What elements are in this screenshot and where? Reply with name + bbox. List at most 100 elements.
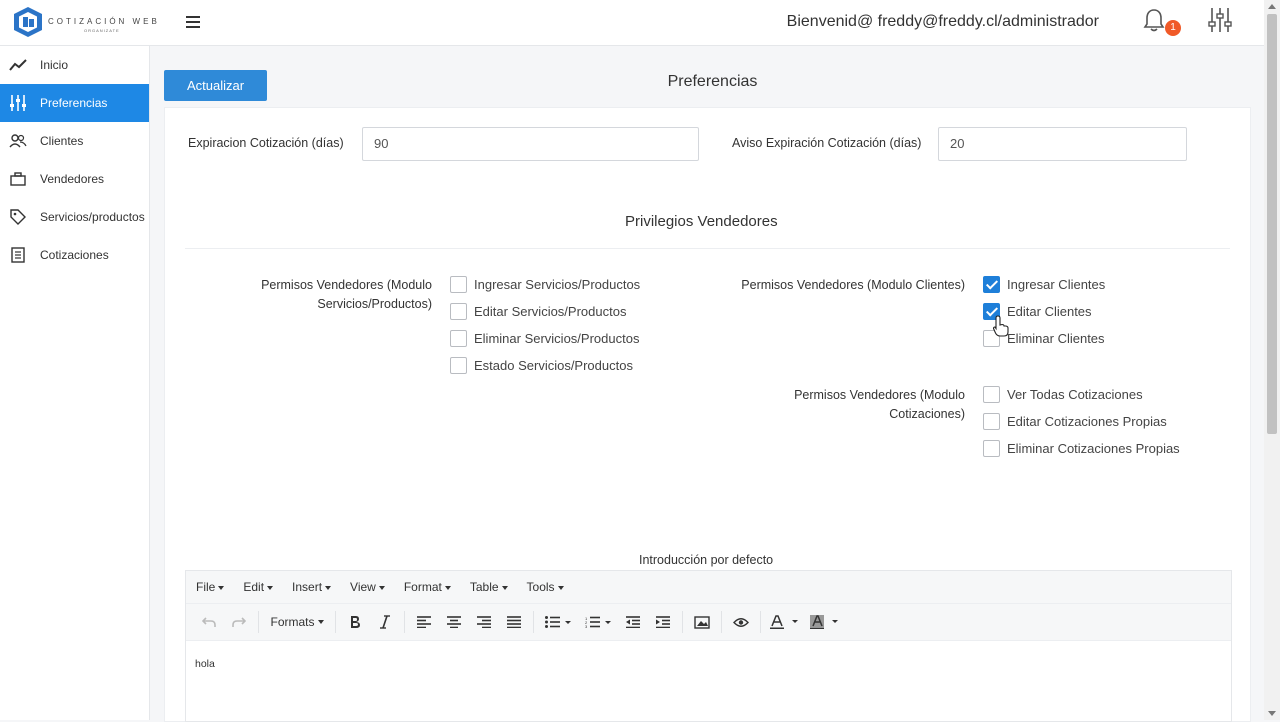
- caret-down-icon: [444, 585, 451, 590]
- menu-view[interactable]: View: [350, 580, 385, 594]
- checkbox-estado-servicios[interactable]: Estado Servicios/Productos: [450, 357, 633, 374]
- caret-down-icon: [267, 585, 274, 590]
- sidebar-item-servicios[interactable]: Servicios/productos: [0, 198, 149, 236]
- menu-format[interactable]: Format: [404, 580, 451, 594]
- sidebar-item-preferencias[interactable]: Preferencias: [0, 84, 149, 122]
- settings-button[interactable]: [1208, 7, 1232, 33]
- outdent-button[interactable]: [618, 609, 648, 635]
- checkbox-box[interactable]: [450, 276, 467, 293]
- redo-button[interactable]: [224, 609, 254, 635]
- hand-cursor-icon: [993, 315, 1009, 337]
- scroll-down-arrow[interactable]: [1268, 711, 1276, 716]
- sidebar-item-label: Preferencias: [40, 96, 108, 110]
- sidebar-item-inicio[interactable]: Inicio: [0, 46, 149, 84]
- menu-toggle-button[interactable]: [186, 12, 200, 33]
- notice-input[interactable]: 20: [938, 127, 1187, 161]
- numbered-list-button[interactable]: 123: [578, 609, 618, 635]
- toolbar-separator: [760, 611, 761, 633]
- menu-table[interactable]: Table: [470, 580, 508, 594]
- checkbox-eliminar-cotizaciones[interactable]: Eliminar Cotizaciones Propias: [983, 440, 1180, 457]
- menu-file[interactable]: File: [196, 580, 225, 594]
- svg-text:3: 3: [585, 624, 588, 628]
- checkbox-editar-servicios[interactable]: Editar Servicios/Productos: [450, 303, 626, 320]
- sidebar-item-vendedores[interactable]: Vendedores: [0, 160, 149, 198]
- divider: [185, 248, 1230, 249]
- numbered-list-icon: 123: [585, 616, 611, 628]
- redo-icon: [232, 617, 246, 627]
- clients-group-label: Permisos Vendedores (Modulo Clientes): [741, 278, 965, 292]
- scrollbar-thumb[interactable]: [1267, 14, 1277, 434]
- page-scrollbar[interactable]: [1264, 0, 1280, 720]
- editor-content-area[interactable]: hola: [186, 641, 1231, 687]
- preview-button[interactable]: [726, 609, 756, 635]
- menu-edit[interactable]: Edit: [243, 580, 274, 594]
- welcome-text: Bienvenid@ freddy@freddy.cl/administrado…: [786, 13, 1099, 30]
- background-color-button[interactable]: [805, 609, 845, 635]
- checkbox-label: Ingresar Clientes: [1007, 277, 1106, 292]
- sidebar-item-label: Cotizaciones: [40, 248, 109, 262]
- menu-label: Format: [403, 580, 442, 594]
- align-justify-icon: [507, 616, 521, 628]
- toolbar-separator: [533, 611, 534, 633]
- checkbox-label: Eliminar Servicios/Productos: [474, 331, 640, 346]
- menu-insert[interactable]: Insert: [292, 580, 332, 594]
- indent-button[interactable]: [648, 609, 678, 635]
- hamburger-icon: [186, 16, 200, 28]
- caret-down-icon: [218, 585, 225, 590]
- toolbar-separator: [335, 611, 336, 633]
- text-color-icon: [770, 615, 798, 629]
- quotes-group-label: Permisos Vendedores (Modulo Cotizaciones…: [794, 388, 965, 421]
- sidebar-item-label: Inicio: [40, 58, 69, 72]
- sidebar-item-cotizaciones[interactable]: Cotizaciones: [0, 236, 149, 274]
- caret-down-icon: [378, 585, 385, 590]
- undo-button[interactable]: [194, 609, 224, 635]
- undo-icon: [202, 617, 216, 627]
- checkbox-label: Eliminar Clientes: [1007, 331, 1105, 346]
- insert-image-button[interactable]: [687, 609, 717, 635]
- notice-label: Aviso Expiración Cotización (días): [732, 136, 922, 150]
- caret-down-icon: [325, 585, 332, 590]
- checkbox-box[interactable]: [983, 276, 1000, 293]
- checkbox-ingresar-servicios[interactable]: Ingresar Servicios/Productos: [450, 276, 640, 293]
- checkbox-eliminar-servicios[interactable]: Eliminar Servicios/Productos: [450, 330, 639, 347]
- checkbox-box[interactable]: [450, 357, 467, 374]
- checkbox-ver-cotizaciones[interactable]: Ver Todas Cotizaciones: [983, 386, 1143, 403]
- align-left-icon: [417, 616, 431, 628]
- sidebar-item-clientes[interactable]: Clientes: [0, 122, 149, 160]
- align-left-button[interactable]: [409, 609, 439, 635]
- align-right-button[interactable]: [469, 609, 499, 635]
- checkbox-box[interactable]: [983, 413, 1000, 430]
- scroll-up-arrow[interactable]: [1268, 4, 1276, 9]
- editor-menubar: File Edit Insert View Format Table Tools: [186, 571, 1231, 604]
- bold-button[interactable]: [340, 609, 370, 635]
- italic-button[interactable]: [370, 609, 400, 635]
- text-color-button[interactable]: [765, 609, 805, 635]
- expiration-input[interactable]: 90: [362, 127, 699, 161]
- update-button[interactable]: Actualizar: [164, 70, 267, 101]
- menu-label: Table: [469, 580, 499, 594]
- app-logo[interactable]: COTIZACIÓN WEB ORGANIZATE: [12, 6, 162, 40]
- checkbox-box[interactable]: [450, 330, 467, 347]
- checkbox-label: Ingresar Servicios/Productos: [474, 277, 641, 292]
- background-color-icon: [810, 615, 838, 629]
- checkbox-ingresar-clientes[interactable]: Ingresar Clientes: [983, 276, 1105, 293]
- checkbox-label: Estado Servicios/Productos: [474, 358, 633, 373]
- toolbar-separator: [682, 611, 683, 633]
- users-icon: [8, 133, 28, 149]
- checkbox-box[interactable]: [450, 303, 467, 320]
- menu-tools[interactable]: Tools: [527, 580, 564, 594]
- checkbox-editar-cotizaciones[interactable]: Editar Cotizaciones Propias: [983, 413, 1167, 430]
- formats-dropdown[interactable]: Formats: [263, 609, 331, 635]
- menu-label: File: [196, 580, 216, 594]
- bullet-list-button[interactable]: [538, 609, 578, 635]
- outdent-icon: [626, 616, 640, 628]
- checkbox-box[interactable]: [983, 386, 1000, 403]
- align-justify-button[interactable]: [499, 609, 529, 635]
- privileges-title: Privilegios Vendedores: [625, 213, 778, 230]
- checkbox-box[interactable]: [983, 440, 1000, 457]
- caret-down-icon: [317, 620, 324, 624]
- align-center-button[interactable]: [439, 609, 469, 635]
- menu-label: View: [350, 580, 376, 594]
- italic-icon: [380, 615, 390, 629]
- document-icon: [8, 247, 28, 263]
